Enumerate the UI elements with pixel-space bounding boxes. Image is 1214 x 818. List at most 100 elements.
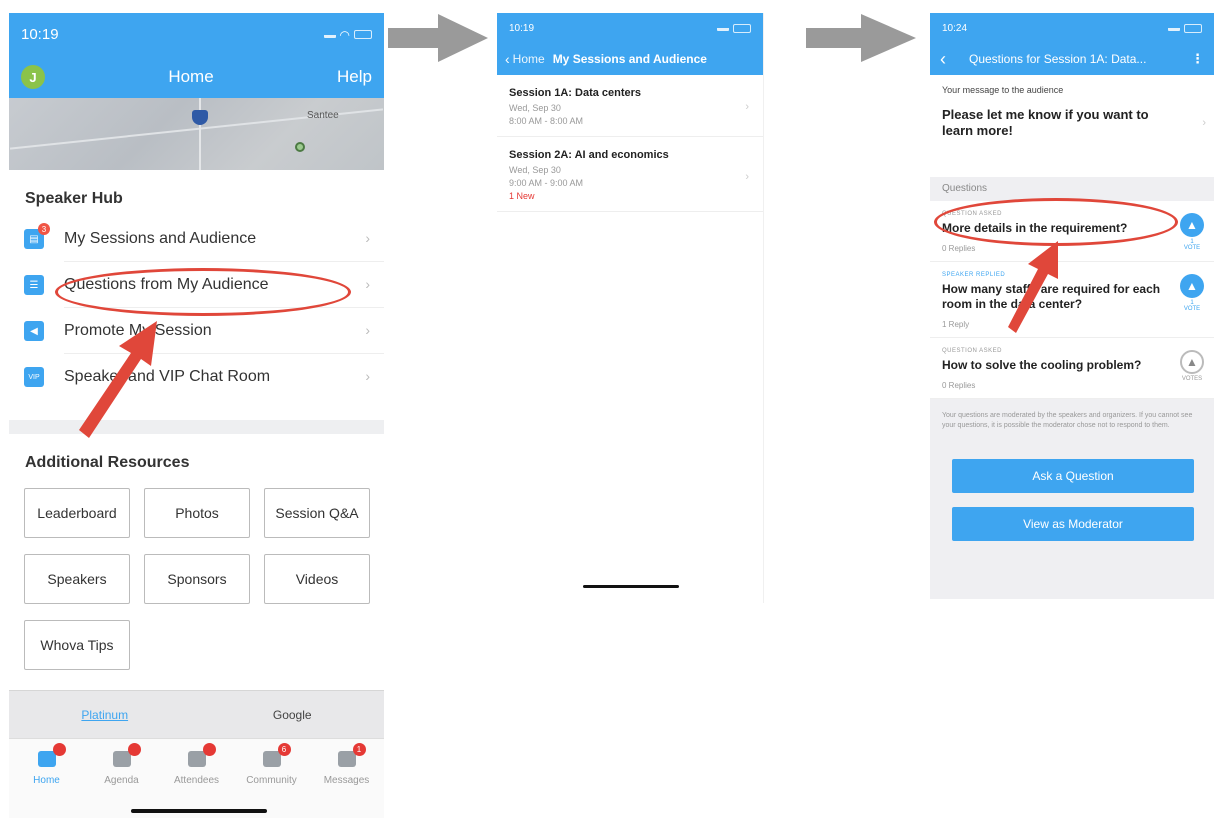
home-icon [37,743,66,767]
thumbs-up-icon: ▲ [1180,274,1204,298]
flow-arrow-1 [388,14,488,62]
question-item[interactable]: Question asked More details in the requi… [930,201,1214,262]
view-as-moderator-button[interactable]: View as Moderator [952,507,1194,541]
list-icon: ☰ [24,275,44,295]
event-map[interactable]: Santee [9,98,384,170]
page-title: Questions for Session 1A: Data... [969,52,1147,66]
chevron-right-icon: › [365,322,370,338]
session-questions-screen: 10:24 ‹ Questions for Session 1A: Data..… [930,13,1214,643]
status-bar: 10:24 [930,13,1214,43]
tab-count-badge: 6 [277,743,291,756]
signal-icon [717,25,729,31]
hub-item-label: Promote My Session [64,308,384,354]
tab-community[interactable]: 6 Community [234,739,309,818]
chevron-right-icon: › [1202,117,1206,129]
status-time: 10:19 [509,22,535,34]
tab-dot-badge [127,743,141,756]
help-button[interactable]: Help [337,67,372,87]
my-sessions-screen: 10:19 ‹ Home My Sessions and Audience Se… [497,13,764,603]
battery-icon [733,23,751,33]
home-indicator [131,809,267,813]
home-navbar: J Home Help [9,56,384,98]
agenda-icon [112,743,141,767]
session-qa-button[interactable]: Session Q&A [264,488,370,538]
status-bar: 10:19 [497,13,763,43]
vote-button[interactable]: ▲ VOTES [1178,350,1206,382]
back-button[interactable]: Home [513,52,545,66]
hub-item-vip-chat[interactable]: VIP Speaker and VIP Chat Room › [9,354,384,400]
question-tag: Question asked [942,211,1003,217]
sponsor-tier-link[interactable]: Platinum [81,708,128,722]
whova-tips-button[interactable]: Whova Tips [24,620,130,670]
hub-item-label: Speaker and VIP Chat Room [64,368,271,385]
signal-icon [323,32,336,38]
vote-label: VOTE [1183,245,1201,251]
question-item[interactable]: Speaker replied How many staffs are requ… [930,262,1214,338]
leaderboard-button[interactable]: Leaderboard [24,488,130,538]
question-item[interactable]: Question asked How to solve the cooling … [930,338,1214,399]
vote-button[interactable]: ▲ 1 VOTE [1178,213,1206,251]
session-row[interactable]: Session 1A: Data centers Wed, Sep 30 8:0… [497,75,763,137]
back-chevron-icon[interactable]: ‹ [940,49,946,70]
messages-icon: 1 [337,743,366,767]
avatar[interactable]: J [21,65,45,89]
chevron-right-icon: › [365,368,370,384]
audience-message[interactable]: Your message to the audience Please let … [930,75,1214,177]
thumbs-up-icon: ▲ [1180,213,1204,237]
speaker-hub-list: ▤ 3 My Sessions and Audience › ☰ Question… [9,216,384,400]
tab-label: Attendees [173,775,220,786]
speakers-button[interactable]: Speakers [24,554,130,604]
tab-dot-badge [202,743,216,756]
home-indicator [583,585,679,588]
highway-shield-icon [192,110,208,125]
vote-label: VOTES [1181,376,1203,382]
session-time: 8:00 AM - 8:00 AM [509,116,584,126]
tab-agenda[interactable]: Agenda [84,739,159,818]
chevron-right-icon: › [745,101,749,113]
tab-home[interactable]: Home [9,739,84,818]
map-road [199,98,201,170]
chevron-right-icon: › [745,171,749,183]
tab-label: Messages [323,775,370,786]
ask-question-button[interactable]: Ask a Question [952,459,1194,493]
status-bar: 10:19 ◠ [9,13,384,56]
hub-item-promote[interactable]: ◀ Promote My Session › [9,308,384,354]
session-title: Session 1A: Data centers [509,87,642,99]
hub-item-my-sessions[interactable]: ▤ 3 My Sessions and Audience › [9,216,384,262]
tab-label: Community [246,775,297,786]
battery-icon [1184,23,1202,33]
sponsors-button[interactable]: Sponsors [144,554,250,604]
sponsor-banner: Platinum Google [9,690,384,738]
section-divider [9,420,384,434]
page-title: Home [168,67,214,86]
question-tag: Speaker replied [942,272,1006,278]
session-date: Wed, Sep 30 [509,165,561,175]
status-icons [1168,23,1202,33]
questions-header: Questions [930,177,1214,201]
session-row[interactable]: Session 2A: AI and economics Wed, Sep 30… [497,137,763,212]
tab-dot-badge [52,743,66,756]
status-time: 10:24 [942,22,968,34]
videos-button[interactable]: Videos [264,554,370,604]
sessions-navbar: ‹ Home My Sessions and Audience [497,43,763,75]
attendees-icon [187,743,216,767]
wifi-icon: ◠ [339,27,350,42]
hub-item-questions[interactable]: ☰ Questions from My Audience › [9,262,384,308]
chevron-right-icon: › [365,230,370,246]
new-count-label: 1 New [509,191,535,201]
session-date: Wed, Sep 30 [509,103,561,113]
tab-count-badge: 1 [352,743,366,756]
vote-button[interactable]: ▲ 1 VOTE [1178,274,1206,312]
tab-attendees[interactable]: Attendees [159,739,234,818]
question-text: More details in the requirement? [942,221,1128,235]
question-tag: Question asked [942,348,1003,354]
vip-icon: VIP [24,367,44,387]
question-text: How to solve the cooling problem? [942,358,1142,372]
sponsor-name[interactable]: Google [273,708,312,722]
tab-messages[interactable]: 1 Messages [309,739,384,818]
more-options-icon[interactable]: ⋮ [1191,51,1204,67]
status-icons [717,23,751,33]
back-chevron-icon[interactable]: ‹ [505,51,510,67]
community-icon: 6 [262,743,291,767]
photos-button[interactable]: Photos [144,488,250,538]
